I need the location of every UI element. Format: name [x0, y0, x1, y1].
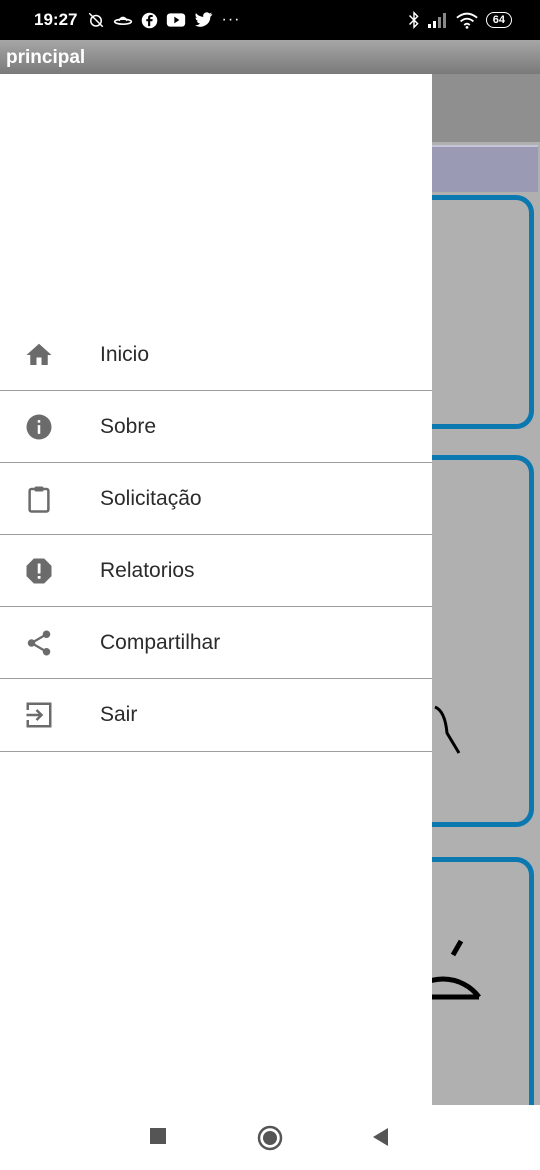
signal-icon: [427, 13, 446, 28]
app-title: principal: [6, 47, 86, 68]
drawer-item-sair[interactable]: Sair: [0, 679, 432, 752]
status-time: 19:27: [34, 10, 78, 29]
more-icon: ···: [221, 11, 241, 28]
system-nav-bar: [0, 1105, 540, 1170]
bluetooth-icon: [408, 11, 419, 29]
home-button[interactable]: [257, 1125, 283, 1151]
background-banner: [432, 145, 538, 192]
drawer-item-compartilhar[interactable]: Compartilhar: [0, 607, 432, 679]
drawer-item-label: Solicitação: [100, 486, 202, 510]
navigation-drawer: Inicio Sobre Solicitação Relatorios Comp…: [0, 74, 432, 1105]
drawer-item-inicio[interactable]: Inicio: [0, 319, 432, 391]
exit-icon: [23, 699, 55, 731]
wifi-icon: [456, 12, 478, 29]
app-bar: principal: [0, 40, 540, 74]
drawer-item-solicitacao[interactable]: Solicitação: [0, 463, 432, 535]
alarm-off-icon: [89, 12, 104, 28]
recents-button[interactable]: [149, 1127, 167, 1145]
info-icon: [23, 411, 55, 443]
youtube-icon: [167, 13, 186, 27]
drawer-item-label: Compartilhar: [100, 630, 221, 654]
ufo-icon: [114, 16, 133, 25]
share-icon: [23, 627, 55, 659]
square-icon: [150, 1128, 166, 1144]
report-icon: [23, 555, 55, 587]
status-bar: 19:27 ··· 64: [0, 0, 540, 40]
home-icon: [23, 339, 55, 371]
battery-indicator: 64: [485, 12, 512, 28]
drawer-item-label: Sobre: [100, 414, 157, 438]
card-icon-fragment: [434, 705, 461, 754]
facebook-icon: [142, 12, 158, 28]
drawer-item-label: Sair: [100, 703, 138, 726]
background-toolbar: [432, 74, 540, 142]
drawer-menu: Inicio Sobre Solicitação Relatorios Comp…: [0, 319, 432, 752]
drawer-item-label: Inicio: [100, 342, 150, 366]
back-button[interactable]: [372, 1127, 390, 1147]
drawer-item-label: Relatorios: [100, 558, 195, 582]
drawer-item-sobre[interactable]: Sobre: [0, 391, 432, 463]
drawer-item-relatorios[interactable]: Relatorios: [0, 535, 432, 607]
back-triangle-icon: [373, 1128, 388, 1146]
circle-icon: [257, 1125, 283, 1151]
twitter-icon: [195, 12, 213, 27]
clipboard-icon: [23, 483, 55, 515]
